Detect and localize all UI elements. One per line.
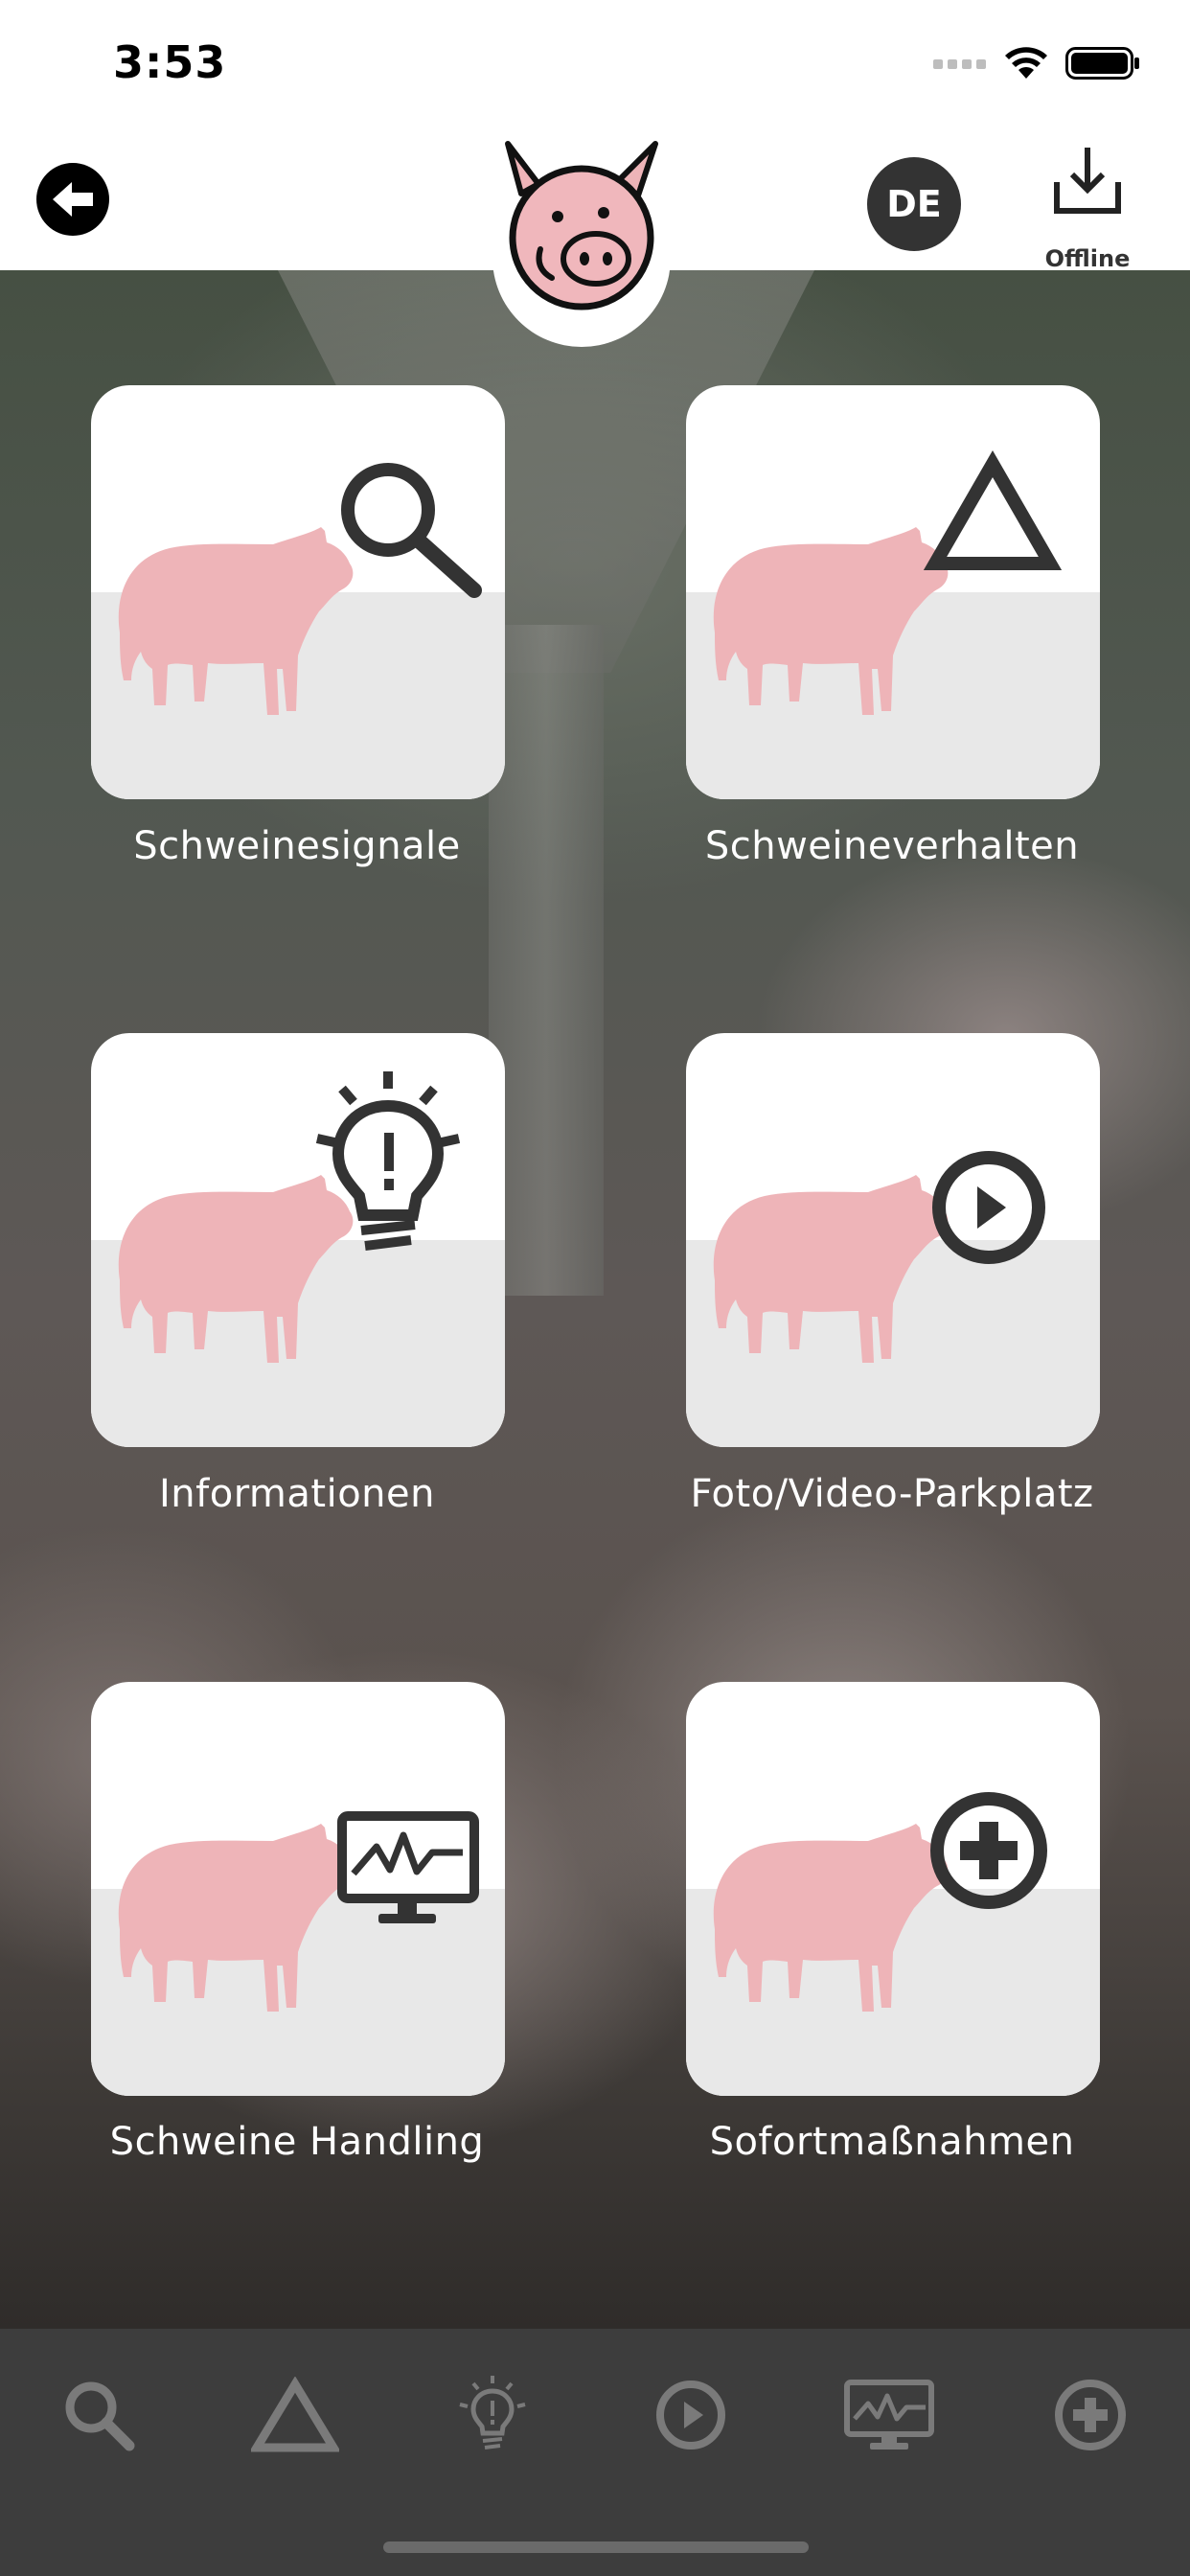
pig-icon: [118, 527, 354, 715]
tab-schweinesignale[interactable]: [46, 2367, 151, 2463]
tile-schweine-handling[interactable]: [91, 1682, 505, 2096]
pig-face-logo: [505, 141, 658, 310]
triangle-icon: [251, 2377, 339, 2452]
status-icons: [933, 44, 1140, 82]
triangle-icon: [923, 449, 1063, 570]
tile-graphic: [713, 1151, 1045, 1363]
tile-graphic: [713, 1792, 1047, 2012]
plus-circle-icon: [930, 1792, 1047, 1909]
pig-icon: [713, 1175, 949, 1363]
app-logo: [492, 125, 671, 347]
tile-label: Schweineverhalten: [704, 824, 1080, 868]
tile-sofortmassnahmen[interactable]: [686, 1682, 1100, 2096]
monitor-icon: [337, 1811, 479, 1923]
play-icon: [932, 1151, 1045, 1264]
back-button[interactable]: [36, 163, 109, 236]
tile-foto-video-parkplatz[interactable]: [686, 1033, 1100, 1447]
home-indicator: [383, 2542, 809, 2553]
status-bar: 3:53: [0, 0, 1190, 125]
plus-circle-icon: [1055, 2380, 1126, 2450]
offline-button[interactable]: Offline nutzen: [996, 144, 1179, 299]
play-icon: [656, 2380, 725, 2450]
tile-graphic: [118, 1811, 479, 2012]
tab-bar: [0, 2329, 1190, 2576]
tab-informationen[interactable]: [440, 2367, 545, 2463]
tile-label: Sofortmaßnahmen: [709, 2120, 1075, 2164]
tab-schweine-handling[interactable]: [836, 2367, 942, 2463]
lightbulb-icon: [459, 2376, 526, 2450]
tab-sofortmassnahmen[interactable]: [1038, 2367, 1143, 2463]
status-time: 3:53: [113, 36, 227, 88]
tile-label: Foto/Video-Parkplatz: [690, 1472, 1094, 1516]
battery-icon: [1065, 47, 1139, 80]
feeder-pole: [489, 625, 604, 1296]
language-button[interactable]: DE: [867, 157, 961, 251]
tile-label: Schweinesignale: [133, 824, 461, 868]
search-icon: [341, 463, 482, 598]
pig-icon: [713, 1824, 949, 2012]
tab-schweineverhalten[interactable]: [242, 2367, 348, 2463]
download-icon: [1054, 148, 1121, 214]
monitor-icon: [844, 2380, 934, 2450]
pig-icon: [713, 527, 949, 715]
tile-informationen[interactable]: [91, 1033, 505, 1447]
pig-icon: [118, 1824, 354, 2012]
tile-graphic: [713, 449, 1063, 715]
tab-foto-video-parkplatz[interactable]: [638, 2367, 744, 2463]
wifi-icon: [1005, 47, 1047, 79]
signal-icon: [933, 59, 986, 69]
arrow-left-icon: [53, 182, 93, 217]
tile-graphic: [118, 1071, 461, 1363]
tile-schweinesignale[interactable]: [91, 385, 505, 799]
tile-graphic: [118, 463, 482, 715]
search-icon: [65, 2381, 135, 2451]
tile-label: Informationen: [158, 1472, 435, 1516]
tile-label: Schweine Handling: [109, 2120, 485, 2164]
pig-icon: [118, 1175, 354, 1363]
tile-schweineverhalten[interactable]: [686, 385, 1100, 799]
